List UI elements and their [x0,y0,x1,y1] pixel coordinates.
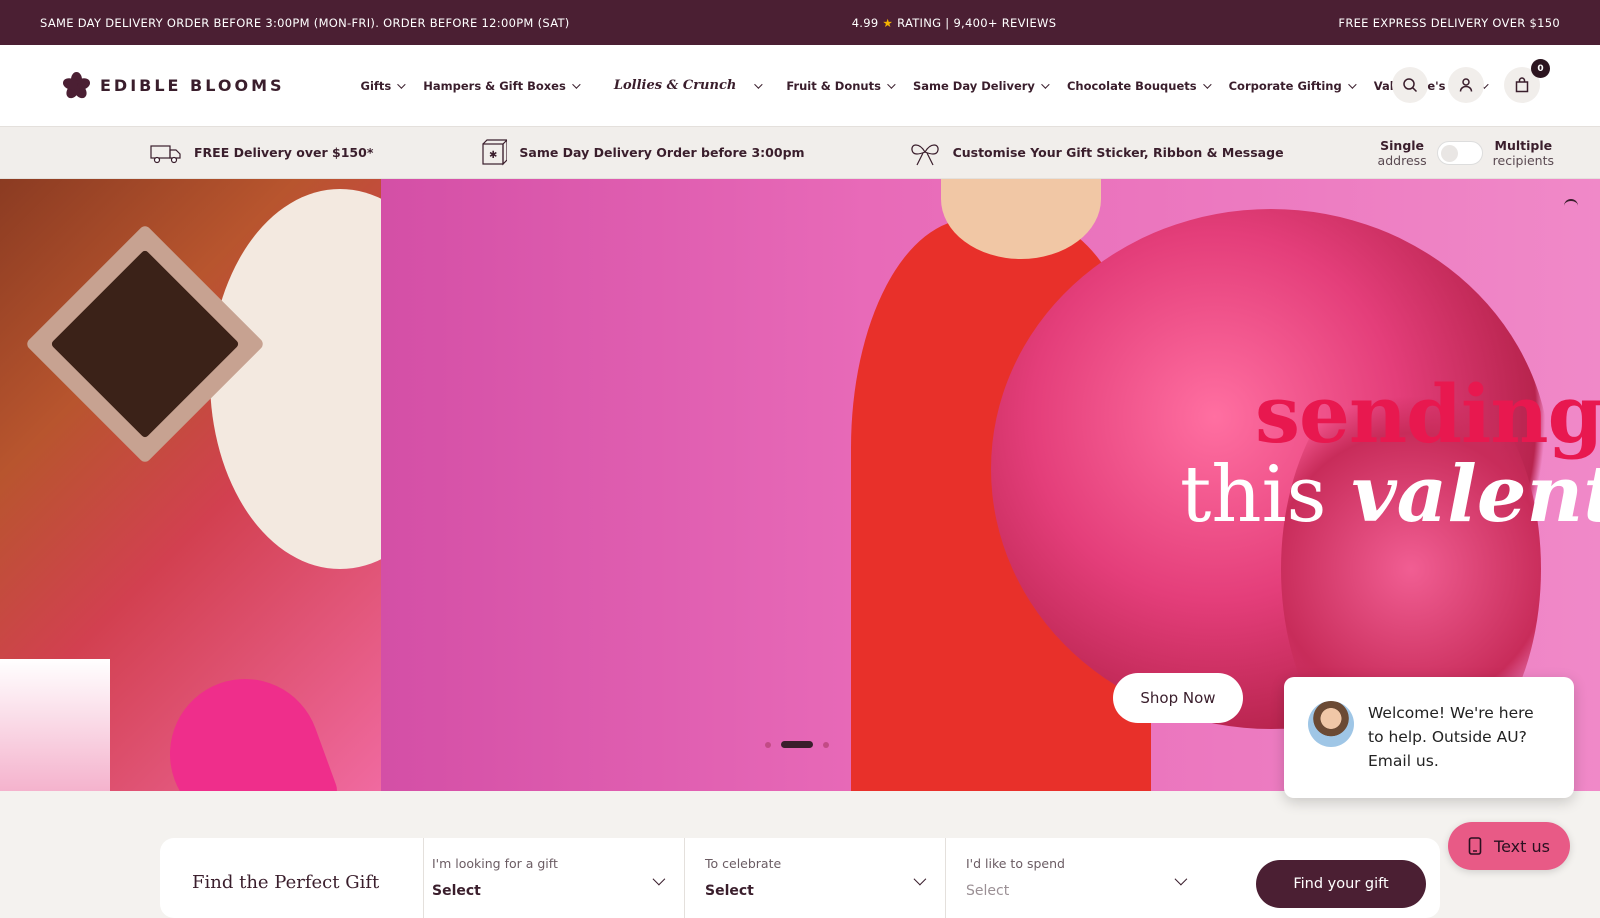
field-label: To celebrate [705,856,782,871]
field-label: I'd like to spend [966,856,1065,871]
toggle-option-bold: Single [1380,137,1425,153]
chevron-down-icon [397,79,406,89]
single-address-label: Single address [1378,138,1427,168]
carousel-dot[interactable] [823,741,829,748]
site-header: EDIBLE BLOOMS Gifts Hampers & Gift Boxes… [0,45,1600,127]
rating-summary[interactable]: 4.99 ★ RATING | 9,400+ REVIEWS [852,16,1057,30]
rating-text: RATING | 9,400+ REVIEWS [897,15,1057,30]
bag-icon [1515,77,1529,93]
truck-icon [150,144,181,163]
nav-fruit[interactable]: Fruit & Donuts [786,78,896,93]
cart-count-badge: 0 [1531,59,1550,78]
star-icon: ★ [882,15,894,30]
rating-value: 4.99 [851,15,879,30]
card-image [0,659,110,791]
toggle-option-sub: address [1377,152,1427,168]
logo-text: EDIBLE BLOOMS [100,76,285,95]
main-nav: Gifts Hampers & Gift Boxes Lollies & Cru… [361,78,1506,93]
nav-label: Chocolate Bouquets [1066,78,1197,93]
hero-headline-line2: this valentin [1180,449,1600,540]
nav-label: Fruit & Donuts [786,78,881,93]
nav-label: Lollies & Crunch [613,78,737,93]
shop-now-button[interactable]: Shop Now [1113,673,1243,723]
field-value: Select [966,883,1010,899]
headline-italic: valentin [1351,449,1600,540]
toggle-option-bold: Multiple [1494,137,1553,153]
headline-regular: this [1180,450,1352,540]
chat-welcome-popup[interactable]: Welcome! We're here to help. Outside AU?… [1284,677,1574,798]
field-value: Select [705,883,754,899]
free-express-notice: FREE EXPRESS DELIVERY OVER $150 [1338,15,1560,30]
nav-hampers[interactable]: Hampers & Gift Boxes [423,78,581,93]
account-button[interactable] [1448,67,1484,103]
usp-bar: FREE Delivery over $150* ✱ Same Day Deli… [0,127,1600,179]
usp-label: Same Day Delivery Order before 3:00pm [519,145,805,160]
carousel-dot-active[interactable] [781,741,813,748]
ribbon-icon [910,143,939,165]
gift-finder-title: Find the Perfect Gift [192,872,380,893]
gift-finder: Find the Perfect Gift I'm looking for a … [160,838,1440,918]
hero-headline-line1: sending [1255,367,1600,461]
field-value: Select [432,883,481,899]
hero-side-image [0,179,470,791]
nav-chocolate-bouquets[interactable]: Chocolate Bouquets [1066,78,1212,93]
cart-button[interactable]: 0 [1504,59,1550,103]
user-icon [1459,78,1473,92]
same-day-notice: SAME DAY DELIVERY ORDER BEFORE 3:00PM (M… [40,15,570,30]
chat-message: Welcome! We're here to help. Outside AU?… [1368,704,1534,770]
nav-lollies[interactable]: Lollies & Crunch [613,78,763,93]
field-label: I'm looking for a gift [432,856,558,871]
flower-logo-icon [60,71,92,101]
loading-spinner-icon [1564,199,1578,213]
logo[interactable]: EDIBLE BLOOMS [60,71,285,101]
usp-customise: Customise Your Gift Sticker, Ribbon & Me… [909,140,1284,166]
occasion-select[interactable]: To celebrate Select [684,838,945,918]
svg-text:✱: ✱ [489,150,497,161]
box-icon: ✱ [482,138,508,165]
text-us-label: Text us [1494,836,1550,856]
text-us-button[interactable]: Text us [1448,822,1570,870]
find-gift-button[interactable]: Find your gift [1256,860,1426,908]
agent-avatar [1308,701,1354,747]
multiple-recipients-label: Multiple recipients [1493,138,1554,168]
nav-same-day[interactable]: Same Day Delivery [912,78,1050,93]
nav-label: Hampers & Gift Boxes [423,78,566,93]
carousel-dot[interactable] [765,741,771,748]
search-icon [1403,78,1418,93]
chevron-down-icon [1041,79,1050,89]
nav-corporate[interactable]: Corporate Gifting [1228,78,1357,93]
usp-same-day: ✱ Same Day Delivery Order before 3:00pm [477,138,805,167]
usp-label: FREE Delivery over $150* [194,145,374,160]
nav-label: Gifts [360,78,392,93]
usp-free-delivery: FREE Delivery over $150* [150,142,373,164]
search-button[interactable] [1392,67,1428,103]
chevron-down-icon [1347,79,1357,89]
usp-label: Customise Your Gift Sticker, Ribbon & Me… [952,145,1284,160]
delivery-mode-toggle: Single address Multiple recipients [1378,138,1554,168]
heart-box-image [148,657,342,791]
carousel-dots [765,741,829,748]
nav-gifts[interactable]: Gifts [360,78,406,93]
phone-icon [1468,837,1482,855]
recipients-switch[interactable] [1436,140,1483,165]
budget-select[interactable]: I'd like to spend Select [945,838,1206,918]
announcement-bar: SAME DAY DELIVERY ORDER BEFORE 3:00PM (M… [0,0,1600,45]
header-actions: 0 [1392,59,1550,103]
nav-label: Same Day Delivery [912,78,1035,93]
chevron-down-icon [887,79,896,89]
gift-type-select[interactable]: I'm looking for a gift Select [423,838,684,918]
nav-label: Corporate Gifting [1228,78,1342,93]
chevron-down-icon [572,79,581,89]
chevron-down-icon [754,79,763,89]
chevron-down-icon [1202,79,1212,89]
toggle-option-sub: recipients [1492,152,1554,168]
